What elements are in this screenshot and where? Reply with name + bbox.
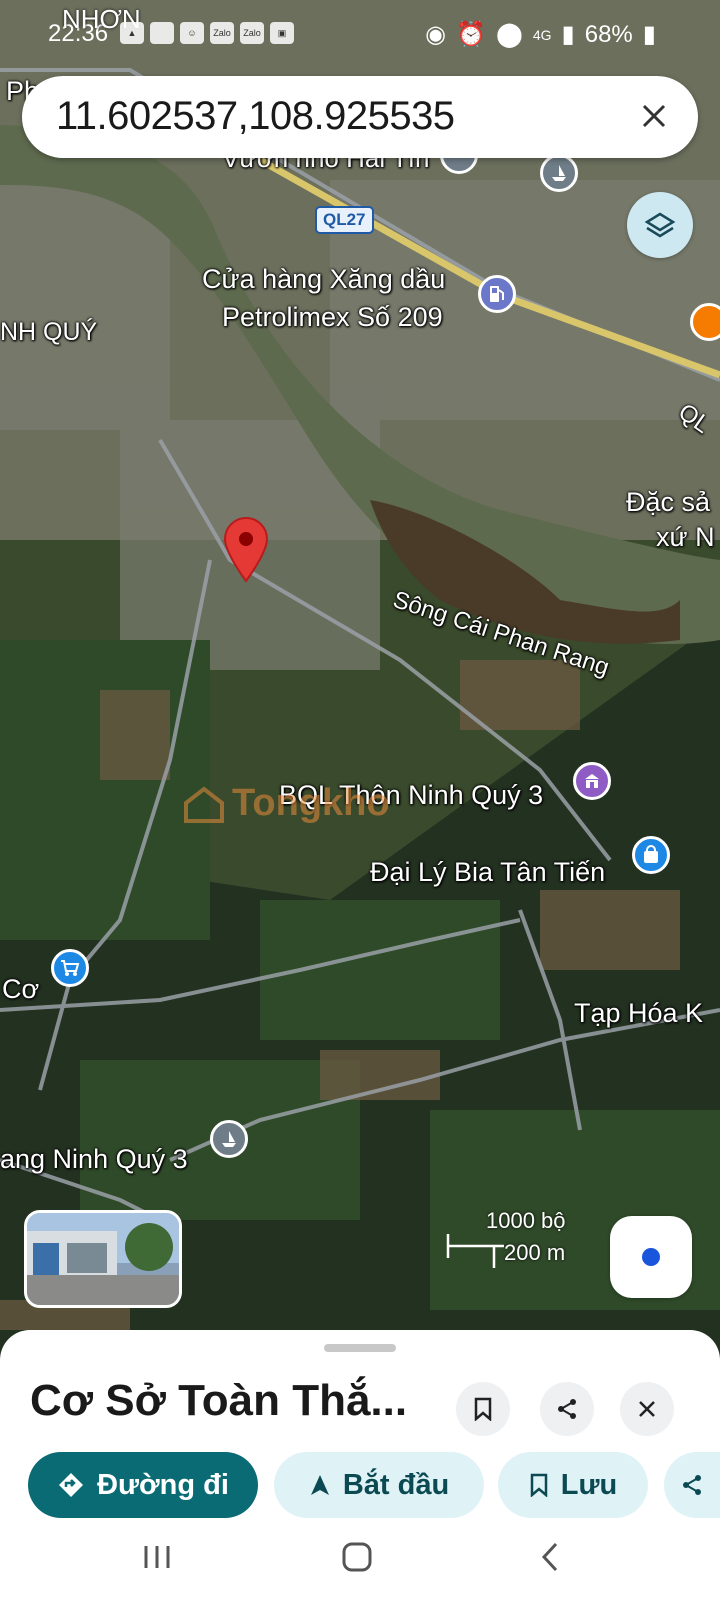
battery-icon: ▮ (642, 21, 656, 48)
map-label-ninh-quy: NH QUÝ (0, 318, 98, 346)
alarm-icon: ⏰ (456, 21, 486, 48)
start-label: Bắt đầu (342, 1468, 450, 1501)
map-label-dac-san-2: xứ N (656, 522, 715, 552)
navigation-arrow-icon (310, 1475, 329, 1495)
bookmark-icon (530, 1473, 548, 1497)
save-label: Lưu (560, 1468, 618, 1501)
home-icon (342, 1542, 372, 1572)
my-location-button[interactable] (610, 1216, 692, 1298)
place-title: Cơ Sở Toàn Thắ... (30, 1376, 408, 1425)
bookmark-icon (474, 1397, 492, 1421)
shopping-cart-icon[interactable] (51, 949, 89, 987)
government-building-icon[interactable] (573, 762, 611, 800)
recent-apps-icon (144, 1546, 170, 1568)
bookmark-button[interactable] (456, 1382, 510, 1436)
notification-icons: ▲ ☺ Zalo Zalo ▣ (120, 22, 294, 44)
scale-metric: 200 m (504, 1240, 566, 1265)
zalo-icon: Zalo (240, 22, 264, 44)
map-label-petrol-line1: Cửa hàng Xăng dầu (202, 264, 446, 294)
layers-icon (644, 212, 676, 238)
street-view-image (27, 1213, 179, 1305)
layers-button[interactable] (627, 192, 693, 258)
battery-percent: 68% (584, 20, 633, 48)
status-bar: 22:36 NHƠN ▲ ☺ Zalo Zalo ▣ ◉ ⏰ ⬤ 4G ▮ 68… (0, 0, 720, 60)
home-button[interactable] (340, 1540, 374, 1579)
share-button[interactable] (540, 1382, 594, 1436)
sheet-drag-handle[interactable] (324, 1344, 396, 1352)
map-label-petrol-line2: Petrolimex Số 209 (222, 302, 443, 332)
share-icon (558, 1399, 576, 1419)
my-location-icon (642, 1248, 660, 1266)
directions-label: Đường đi (97, 1468, 229, 1501)
image-icon: ▣ (270, 22, 294, 44)
status-right-icons: ◉ ⏰ ⬤ 4G ▮ 68% ▮ (425, 20, 656, 49)
face-icon: ☺ (180, 22, 204, 44)
network-type: 4G (532, 26, 552, 43)
zalo-icon: Zalo (210, 22, 234, 44)
system-nav-bar (0, 1520, 720, 1601)
close-icon (639, 1401, 655, 1417)
share-icon (683, 1475, 701, 1495)
directions-button[interactable]: Đường đi (28, 1452, 258, 1518)
map-label-tap-hoa: Tạp Hóa K (574, 998, 704, 1028)
share-pill-button[interactable] (664, 1452, 720, 1518)
street-view-thumbnail[interactable] (24, 1210, 182, 1308)
warning-icon: ▲ (120, 22, 144, 44)
location-marker-icon[interactable] (223, 517, 269, 588)
close-icon (642, 104, 666, 128)
clear-search-button[interactable] (632, 94, 676, 138)
gas-station-icon[interactable] (478, 275, 516, 313)
boat-poi-icon[interactable] (540, 154, 578, 192)
save-button[interactable]: Lưu (498, 1452, 648, 1518)
shopping-bag-icon[interactable] (632, 836, 670, 874)
app-icon (150, 22, 174, 44)
watermark-house-icon (184, 785, 224, 823)
orange-poi-icon[interactable] (690, 303, 720, 341)
directions-icon (59, 1473, 84, 1497)
map-label-ninh-quy-3: ang Ninh Quý 3 (0, 1144, 188, 1174)
map-label-dai-ly: Đại Lý Bia Tân Tiến (370, 857, 606, 887)
map-label-co: Cơ (2, 974, 40, 1004)
road-shield-ql27[interactable]: QL27 (315, 206, 374, 234)
map-label-dac-san-1: Đặc sả (626, 487, 711, 517)
watermark: Tongkho (182, 782, 390, 825)
boat-poi-icon[interactable] (210, 1120, 248, 1158)
start-button[interactable]: Bắt đầu (274, 1452, 484, 1518)
search-query[interactable]: 11.602537,108.925535 (56, 94, 455, 139)
action-buttons: Đường đi Bắt đầu Lưu (0, 1452, 720, 1522)
back-icon (541, 1542, 558, 1572)
close-sheet-button[interactable] (620, 1382, 674, 1436)
location-icon: ⬤ (495, 21, 523, 48)
security-icon: ◉ (425, 21, 447, 48)
search-bar[interactable]: 11.602537,108.925535 (22, 76, 698, 158)
back-button[interactable] (536, 1540, 566, 1579)
scale-imperial: 1000 bộ (486, 1208, 566, 1233)
signal-icon: ▮ (561, 21, 575, 48)
recent-apps-button[interactable] (140, 1542, 174, 1577)
